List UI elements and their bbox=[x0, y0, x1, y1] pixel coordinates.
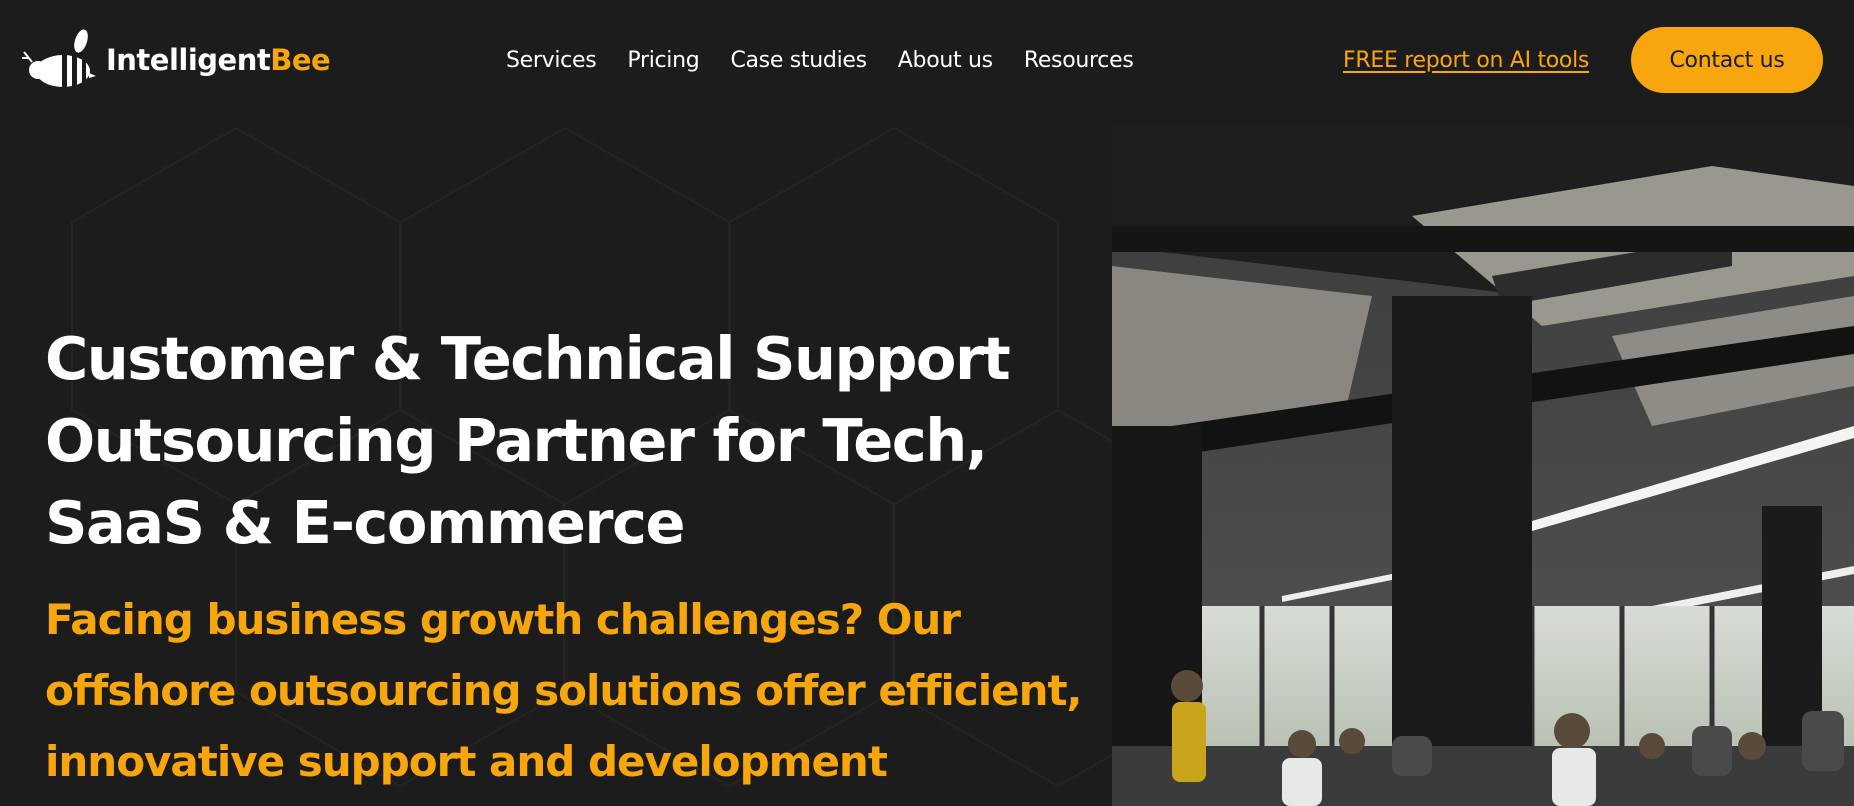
nav-item-pricing[interactable]: Pricing bbox=[627, 44, 699, 78]
contact-us-button[interactable]: Contact us bbox=[1631, 27, 1823, 93]
hero-title-line: SaaS & E-commerce bbox=[45, 488, 686, 557]
hero-section: Customer & Technical Support Outsourcing… bbox=[45, 318, 1105, 797]
nav-item-case-studies[interactable]: Case studies bbox=[730, 44, 867, 78]
brand-name-part1: Intelligent bbox=[106, 43, 271, 77]
office-photo-illustration bbox=[1112, 126, 1854, 806]
nav-item-resources[interactable]: Resources bbox=[1024, 44, 1134, 78]
hero-subtitle-line: innovative support and development bbox=[45, 737, 888, 786]
main-nav: Services Pricing Case studies About us R… bbox=[506, 44, 1164, 78]
hero-subtitle-line: Facing business growth challenges? Our bbox=[45, 595, 961, 644]
office-photo bbox=[1112, 126, 1854, 806]
nav-item-services[interactable]: Services bbox=[506, 44, 597, 78]
logo-link[interactable]: IntelligentBee bbox=[22, 28, 331, 92]
bee-icon bbox=[22, 29, 96, 88]
brand-name-part2: Bee bbox=[270, 43, 331, 77]
nav-item-about-us[interactable]: About us bbox=[898, 44, 993, 78]
hero-subtitle: Facing business growth challenges? Our o… bbox=[45, 584, 1105, 797]
free-report-link[interactable]: FREE report on AI tools bbox=[1343, 44, 1589, 78]
brand-name: IntelligentBee bbox=[106, 43, 331, 77]
hero-title-line: Customer & Technical Support bbox=[45, 324, 1011, 393]
site-header: IntelligentBee Services Pricing Case stu… bbox=[0, 0, 1854, 124]
hero-subtitle-line: offshore outsourcing solutions offer eff… bbox=[45, 666, 1083, 715]
hero-title-line: Outsourcing Partner for Tech, bbox=[45, 406, 988, 475]
hero-title: Customer & Technical Support Outsourcing… bbox=[45, 318, 1105, 564]
